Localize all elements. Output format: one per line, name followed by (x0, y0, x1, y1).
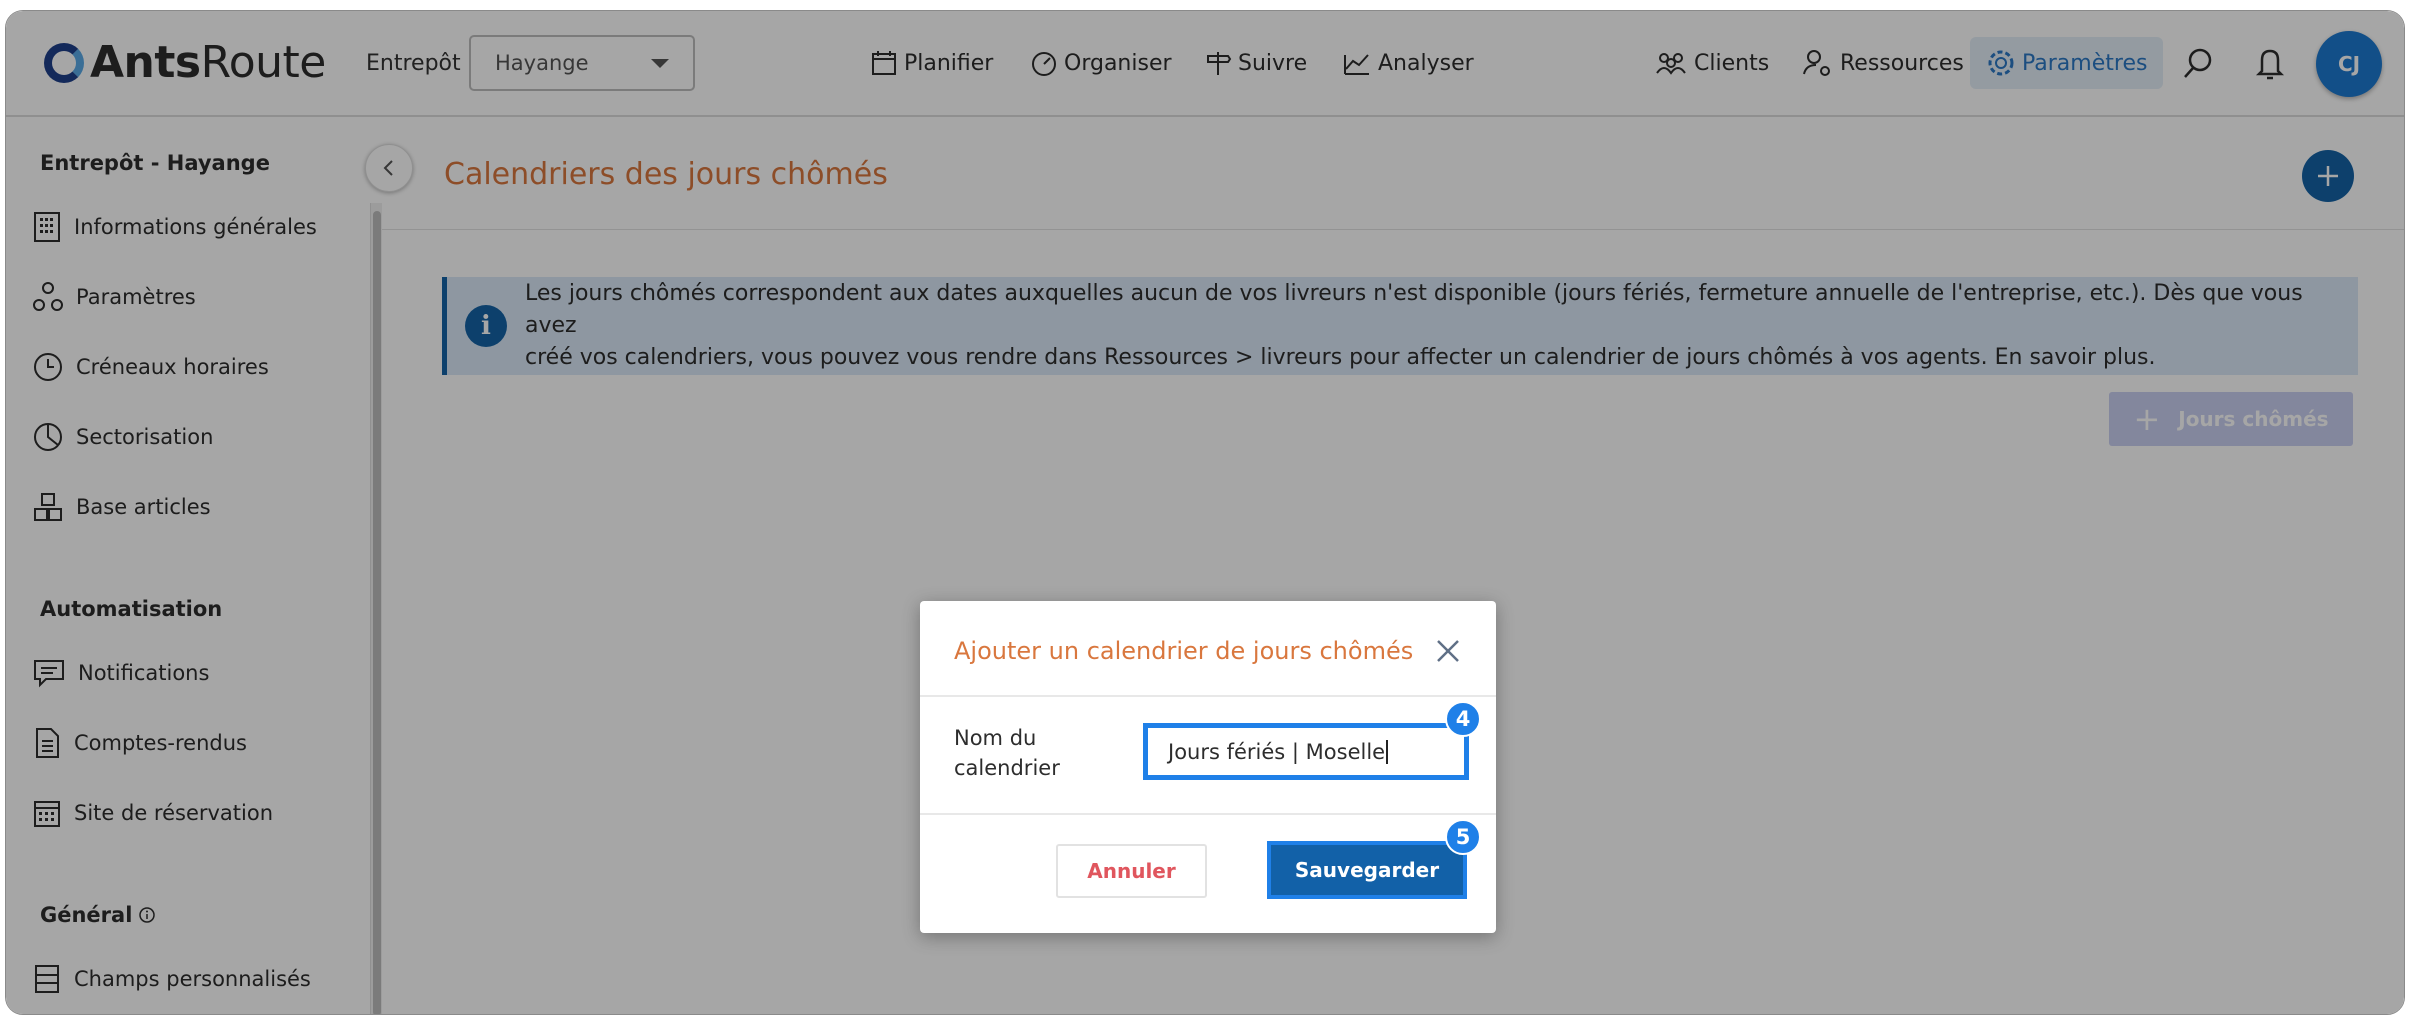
save-button[interactable]: Sauvegarder (1267, 841, 1467, 899)
calendar-name-label: Nom du calendrier (954, 723, 1104, 783)
add-calendar-dialog: Ajouter un calendrier de jours chômés No… (920, 601, 1496, 933)
divider (920, 813, 1496, 815)
divider (920, 695, 1496, 697)
text-cursor (1386, 739, 1389, 764)
calendar-name-input[interactable]: Jours fériés | Moselle (1143, 723, 1469, 780)
label-line-2: calendrier (954, 756, 1060, 780)
step-badge-5: 5 (1445, 819, 1481, 855)
close-icon (1437, 640, 1459, 662)
modal-title: Ajouter un calendrier de jours chômés (954, 637, 1414, 665)
label-line-1: Nom du (954, 726, 1037, 750)
app-window: AntsRoute Entrepôt Hayange Planifier Org… (5, 10, 2405, 1015)
cancel-button[interactable]: Annuler (1056, 844, 1207, 898)
step-badge-4: 4 (1445, 701, 1481, 737)
close-button[interactable] (1428, 631, 1468, 671)
input-value: Jours fériés | Moselle (1168, 739, 1386, 764)
